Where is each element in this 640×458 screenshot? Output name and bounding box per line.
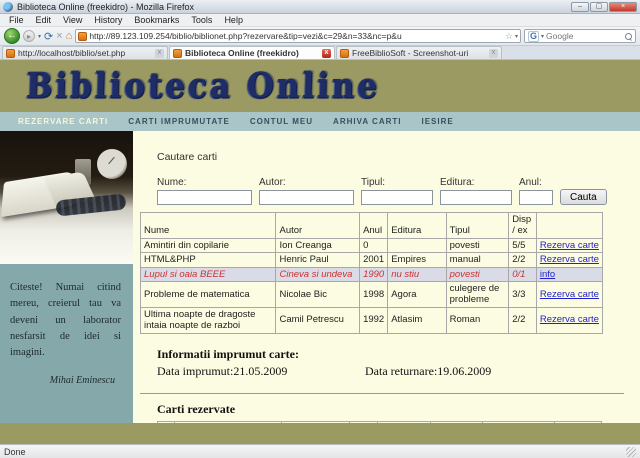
table-row: HTML&PHP Henric Paul 2001 Empires manual… <box>139 252 604 268</box>
nav-rezervare-carti[interactable]: REZERVARE CARTI <box>18 117 108 126</box>
reserved-books-title: Carti rezervate <box>157 401 236 416</box>
tab-favicon <box>340 48 349 58</box>
menu-view[interactable]: View <box>58 15 87 25</box>
nume-label: Nume: <box>157 177 187 188</box>
stop-button[interactable]: × <box>56 30 62 42</box>
menu-edit[interactable]: Edit <box>31 15 57 25</box>
nav-iesire[interactable]: IESIRE <box>422 117 454 126</box>
sidebar-quote: Citeste! Numai citind mereu, creierul ta… <box>10 282 121 359</box>
table-row-unavailable: Lupul si oaia BEEE Cineva si undeva 1990… <box>139 266 604 282</box>
rezerva-carte-link[interactable]: Rezerva carte <box>540 240 599 251</box>
tab-set-php[interactable]: http://localhost/biblio/set.php x <box>2 46 168 59</box>
menu-bar: File Edit View History Bookmarks Tools H… <box>0 14 640 27</box>
search-section-title: Cautare carti <box>157 151 218 163</box>
tab-favicon <box>173 48 182 58</box>
tab-close-icon[interactable]: x <box>155 48 164 58</box>
page-favicon <box>78 31 88 41</box>
tab-favicon <box>6 48 15 58</box>
back-button[interactable]: ← <box>4 28 20 44</box>
firefox-icon <box>3 1 13 12</box>
reserved-books-table: Nr Nume Autor Anul Editura Tipul Data. e… <box>156 420 602 423</box>
tipul-label: Tipul: <box>361 177 386 188</box>
url-input[interactable] <box>89 31 503 41</box>
resize-grip[interactable] <box>626 446 636 457</box>
tab-close-icon[interactable]: x <box>322 48 331 58</box>
tab-bar: http://localhost/biblio/set.php x Biblio… <box>0 46 640 60</box>
editura-input[interactable] <box>440 190 512 205</box>
sidebar-quote-author: Mihai Eminescu <box>49 375 115 387</box>
maximize-button[interactable]: ▢ <box>590 1 608 12</box>
rezerva-carte-link[interactable]: Rezerva carte <box>540 314 599 325</box>
window-title: Biblioteca Online (freekidro) - Mozilla … <box>17 1 195 12</box>
table-row: Amintiri din copilarie Ion Creanga 0 pov… <box>139 237 604 254</box>
table-row: Probleme de matematica Nicolae Bic 1998 … <box>139 280 604 308</box>
bookmark-star-icon[interactable]: ☆ <box>505 31 513 42</box>
anul-input[interactable] <box>519 190 553 205</box>
engine-dropdown-icon[interactable]: ▾ <box>541 33 544 40</box>
nume-input[interactable] <box>157 190 252 205</box>
menu-history[interactable]: History <box>89 15 127 25</box>
status-text: Done <box>4 446 26 457</box>
main-content: Cautare carti Nume: Autor: Tipul: Editur… <box>133 131 640 423</box>
menu-tools[interactable]: Tools <box>186 15 217 25</box>
tab-freebibliosoft[interactable]: FreeBiblioSoft - Screenshot-uri x <box>336 46 502 59</box>
reserved-books-section: Carti rezervate Nr Nume Autor Anul Editu… <box>156 401 634 423</box>
info-link[interactable]: info <box>540 269 555 280</box>
loan-date: Data imprumut:21.05.2009 <box>157 363 288 378</box>
sidebar: Citeste! Numai citind mereu, creierul ta… <box>0 131 133 423</box>
table-row: Ultima noapte de dragoste intaia noapte … <box>139 306 604 334</box>
close-button[interactable]: × <box>609 1 637 12</box>
minimize-button[interactable]: – <box>571 1 589 12</box>
page-viewport: Biblioteca Online REZERVARE CARTI CARTI … <box>0 60 640 444</box>
search-magnifier-icon[interactable] <box>625 32 632 40</box>
history-dropdown-icon[interactable]: ▾ <box>38 33 41 40</box>
home-button[interactable]: ⌂ <box>66 30 73 42</box>
cauta-button[interactable]: Cauta <box>560 189 607 205</box>
nav-carti-imprumutate[interactable]: CARTI IMPRUMUTATE <box>128 117 230 126</box>
nav-arhiva-carti[interactable]: ARHIVA CARTI <box>333 117 401 126</box>
table-header-row: Nr Nume Autor Anul Editura Tipul Data. e… <box>156 420 602 423</box>
site-logo: Biblioteca Online <box>25 65 381 107</box>
browser-window: Biblioteca Online (freekidro) - Mozilla … <box>0 0 640 458</box>
table-header-row: Nume Autor Anul Editura Tipul Disp / ex <box>139 212 604 239</box>
forward-button[interactable]: ▸ <box>23 30 35 42</box>
search-results-table: Nume Autor Anul Editura Tipul Disp / ex … <box>139 212 604 334</box>
google-engine-icon[interactable]: G <box>528 30 540 42</box>
rezerva-carte-link[interactable]: Rezerva carte <box>540 254 599 265</box>
url-dropdown-icon[interactable]: ▾ <box>515 33 518 40</box>
site-header: Biblioteca Online <box>0 60 640 112</box>
loan-info-title: Informatii imprumut carte: <box>157 346 299 361</box>
url-bar[interactable]: ☆ ▾ <box>75 29 521 43</box>
reload-button[interactable]: ⟳ <box>44 30 53 43</box>
alarm-clock-image <box>97 149 127 179</box>
web-search-input[interactable] <box>546 31 623 41</box>
title-bar: Biblioteca Online (freekidro) - Mozilla … <box>0 0 640 14</box>
autor-input[interactable] <box>259 190 354 205</box>
anul-label: Anul: <box>519 177 542 188</box>
tab-close-icon[interactable]: x <box>489 48 498 58</box>
rezerva-carte-link[interactable]: Rezerva carte <box>540 289 599 300</box>
status-bar: Done <box>0 444 640 458</box>
return-date: Data returnare:19.06.2009 <box>365 363 492 378</box>
editura-label: Editura: <box>440 177 475 188</box>
menu-bookmarks[interactable]: Bookmarks <box>129 15 184 25</box>
site-footer <box>0 423 640 444</box>
tab-biblioteca-online[interactable]: Biblioteca Online (freekidro) x <box>169 46 335 59</box>
search-box[interactable]: G ▾ <box>524 29 636 43</box>
nav-contul-meu[interactable]: CONTUL MEU <box>250 117 313 126</box>
menu-help[interactable]: Help <box>219 15 248 25</box>
menu-file[interactable]: File <box>4 15 29 25</box>
book-search-form: Nume: Autor: Tipul: Editura: Anul: Cauta <box>157 177 634 205</box>
navigation-toolbar: ← ▸ ▾ ⟳ × ⌂ ☆ ▾ G ▾ <box>0 27 640 46</box>
book-clock-photo <box>0 131 133 264</box>
tipul-input[interactable] <box>361 190 433 205</box>
loan-info-section: Informatii imprumut carte: Data imprumut… <box>157 347 634 379</box>
autor-label: Autor: <box>259 177 286 188</box>
site-navigation: REZERVARE CARTI CARTI IMPRUMUTATE CONTUL… <box>0 112 640 131</box>
section-divider <box>140 392 624 394</box>
